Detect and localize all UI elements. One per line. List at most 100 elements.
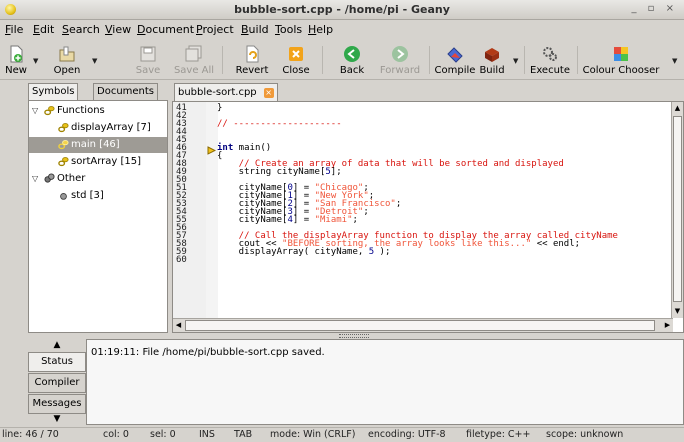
tree-item-sortarray[interactable]: sortArray [15] <box>29 154 167 170</box>
code-text: int main() <box>217 143 272 153</box>
editor-tab[interactable]: bubble-sort.cpp × <box>174 83 278 101</box>
scroll-left-arrow-icon[interactable]: ◀ <box>173 320 184 331</box>
tab-messages[interactable]: Messages <box>28 394 86 414</box>
code-token: // -------------------- <box>217 119 342 129</box>
tree-item-other[interactable]: ▽ Other <box>29 171 167 187</box>
menu-search[interactable]: Search <box>62 23 100 36</box>
status-scope: scope: unknown <box>546 429 624 440</box>
window-controls[interactable]: _ ▫ × <box>631 3 678 14</box>
current-line-marker-icon <box>207 146 216 155</box>
menu-document[interactable]: Document <box>137 23 194 36</box>
back-label: Back <box>339 65 365 76</box>
status-message: 01:19:11: File /home/pi/bubble-sort.cpp … <box>91 347 325 358</box>
menu-file[interactable]: File <box>5 23 23 36</box>
message-window: ▲ Status Compiler Messages ▼ 01:19:11: F… <box>28 339 684 425</box>
menu-view[interactable]: View <box>105 23 131 36</box>
code-token: ; <box>363 207 369 217</box>
horizontal-scroll-thumb[interactable] <box>185 320 655 331</box>
status-line-ending: mode: Win (CRLF) <box>270 429 356 440</box>
status-insert-mode: INS <box>199 429 215 440</box>
scroll-right-arrow-icon[interactable]: ▶ <box>662 320 673 331</box>
menu-edit[interactable]: Edit <box>33 23 54 36</box>
save-label: Save <box>135 65 161 76</box>
tab-status[interactable]: Status <box>28 352 86 372</box>
execute-button[interactable]: Execute <box>530 42 570 79</box>
tree-item-main[interactable]: main [46] <box>29 137 167 153</box>
code-token: main() <box>233 143 272 153</box>
tabs-scroll-up-icon[interactable]: ▲ <box>28 340 86 351</box>
sidebar: Symbols Documents ▽ Functions displayArr… <box>28 83 168 333</box>
status-indent-mode: TAB <box>234 429 253 440</box>
open-folder-icon <box>59 46 75 62</box>
menu-project[interactable]: Project <box>196 23 234 36</box>
build-label: Build <box>479 65 505 76</box>
revert-label: Revert <box>235 65 269 76</box>
vertical-scrollbar[interactable]: ▲ ▼ <box>671 102 683 318</box>
functions-group-icon <box>44 106 55 116</box>
save-disk-icon <box>140 46 156 62</box>
toolbar-separator <box>322 46 323 74</box>
new-dropdown-arrow-icon[interactable]: ▼ <box>33 57 38 65</box>
colour-chooser-label: Colour Chooser <box>582 65 660 76</box>
open-label: Open <box>53 65 81 76</box>
symbol-tree: ▽ Functions displayArray [7] main [46] s… <box>28 100 168 333</box>
tree-item-displayarray[interactable]: displayArray [7] <box>29 120 167 136</box>
tabs-scroll-down-icon[interactable]: ▼ <box>28 414 86 425</box>
code-token: string cityName[ <box>217 167 326 177</box>
forward-label: Forward <box>379 65 421 76</box>
menu-tools[interactable]: Tools <box>275 23 302 36</box>
message-tabs: ▲ Status Compiler Messages ▼ <box>28 339 86 425</box>
build-dropdown-arrow-icon[interactable]: ▼ <box>513 57 518 65</box>
status-bar: line: 46 / 70 col: 0 sel: 0 INS TAB mode… <box>0 427 684 442</box>
tree-item-label: Functions <box>57 105 105 116</box>
tab-documents[interactable]: Documents <box>93 83 159 100</box>
save-all-button[interactable]: Save All <box>171 42 217 79</box>
expander-open-icon[interactable]: ▽ <box>32 171 38 187</box>
function-icon <box>58 140 69 150</box>
code-editor[interactable]: 41} 42 43// -------------------- 44 45 46 int … <box>172 101 684 333</box>
horizontal-scrollbar[interactable]: ◀ ▶ <box>173 318 673 332</box>
scroll-up-arrow-icon[interactable]: ▲ <box>673 103 682 114</box>
back-arrow-icon <box>344 46 360 62</box>
tab-symbols[interactable]: Symbols <box>28 83 79 100</box>
back-button[interactable]: Back <box>336 42 368 79</box>
menu-help[interactable]: Help <box>308 23 333 36</box>
compile-label: Compile <box>434 65 476 76</box>
tree-item-label: sortArray [15] <box>71 156 141 167</box>
vertical-scroll-thumb[interactable] <box>673 116 682 302</box>
expander-open-icon[interactable]: ▽ <box>32 103 38 119</box>
code-text: string cityName[5]; <box>217 167 342 177</box>
code-token: ; <box>395 199 402 209</box>
toolbar-overflow-arrow-icon[interactable]: ▼ <box>672 57 677 65</box>
function-icon <box>58 123 69 133</box>
code-token: ] = <box>292 215 315 225</box>
line-number: 60 <box>176 255 187 265</box>
colour-chooser-icon <box>614 47 628 61</box>
title-bar: bubble-sort.cpp - /home/pi - Geany _ ▫ × <box>0 0 684 20</box>
save-all-icon <box>185 45 202 62</box>
code-text: // -------------------- <box>217 119 342 129</box>
revert-button[interactable]: Revert <box>232 42 272 79</box>
status-messages: 01:19:11: File /home/pi/bubble-sort.cpp … <box>86 339 684 425</box>
close-tab-icon[interactable]: × <box>263 88 274 98</box>
tree-item-functions[interactable]: ▽ Functions <box>29 103 167 119</box>
close-label: Close <box>282 65 310 76</box>
colour-chooser-button[interactable]: Colour Chooser <box>582 42 660 79</box>
close-button[interactable]: Close <box>280 42 312 79</box>
save-button[interactable]: Save <box>133 42 163 79</box>
open-dropdown-arrow-icon[interactable]: ▼ <box>92 57 97 65</box>
status-encoding: encoding: UTF-8 <box>368 429 446 440</box>
tree-item-std[interactable]: std [3] <box>29 188 167 204</box>
menu-build[interactable]: Build <box>241 23 269 36</box>
new-button[interactable]: New <box>3 42 29 79</box>
code-token: ; <box>352 215 358 225</box>
pane-resize-handle[interactable] <box>339 334 369 338</box>
compile-button[interactable]: Compile <box>434 42 476 79</box>
status-col: col: 0 <box>103 429 129 440</box>
tree-item-label: displayArray [7] <box>71 122 151 133</box>
build-button[interactable]: Build <box>478 42 506 79</box>
tab-compiler[interactable]: Compiler <box>28 373 86 393</box>
forward-button[interactable]: Forward <box>377 42 423 79</box>
open-button[interactable]: Open <box>47 42 87 79</box>
scroll-down-arrow-icon[interactable]: ▼ <box>673 306 682 317</box>
